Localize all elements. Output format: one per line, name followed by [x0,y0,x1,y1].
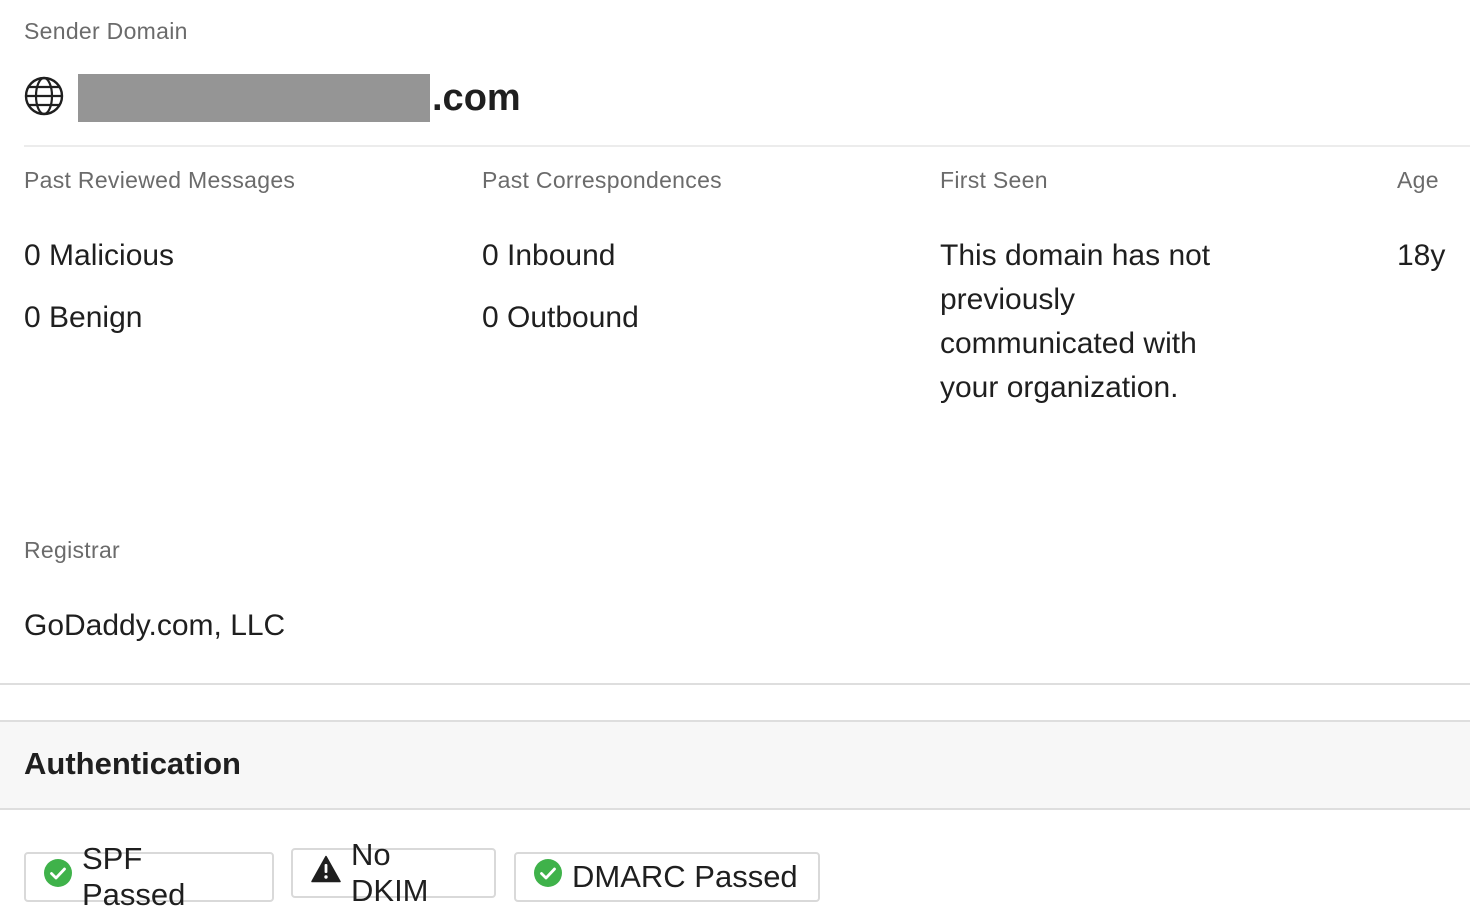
past-reviewed-messages-label: Past Reviewed Messages [24,167,296,193]
warning-triangle-icon [311,855,351,891]
section-divider [0,683,1470,685]
domain-row: .com [24,72,521,124]
sender-domain-panel: Sender Domain .com Past Reviewed Message… [0,0,1470,914]
divider [24,145,1470,147]
sender-domain-label: Sender Domain [24,18,188,44]
inbound-count: 0 Inbound [482,239,616,272]
redacted-domain-name [78,74,430,122]
outbound-count: 0 Outbound [482,301,639,334]
check-circle-icon [534,859,572,895]
age-label: Age [1397,167,1439,193]
malicious-count: 0 Malicious [24,239,175,272]
registrar-label: Registrar [24,537,121,563]
benign-count: 0 Benign [24,301,143,334]
dkim-badge[interactable]: No DKIM [291,837,496,908]
first-seen-label: First Seen [940,167,1048,193]
globe-icon [24,76,78,121]
dkim-badge-label: No DKIM [351,837,429,908]
dmarc-badge[interactable]: DMARC Passed [514,852,820,902]
authentication-title: Authentication [24,746,241,781]
domain-suffix: .com [432,76,521,119]
age-value: 18y [1397,239,1446,272]
spf-badge[interactable]: SPF Passed [24,841,274,912]
authentication-header: Authentication [0,720,1470,810]
first-seen-value: This domain has not previously communica… [940,239,1211,404]
check-circle-icon [44,859,82,895]
spf-badge-label: SPF Passed [82,841,186,912]
registrar-value: GoDaddy.com, LLC [24,609,286,642]
dmarc-badge-label: DMARC Passed [572,859,798,894]
past-correspondences-label: Past Correspondences [482,167,722,193]
